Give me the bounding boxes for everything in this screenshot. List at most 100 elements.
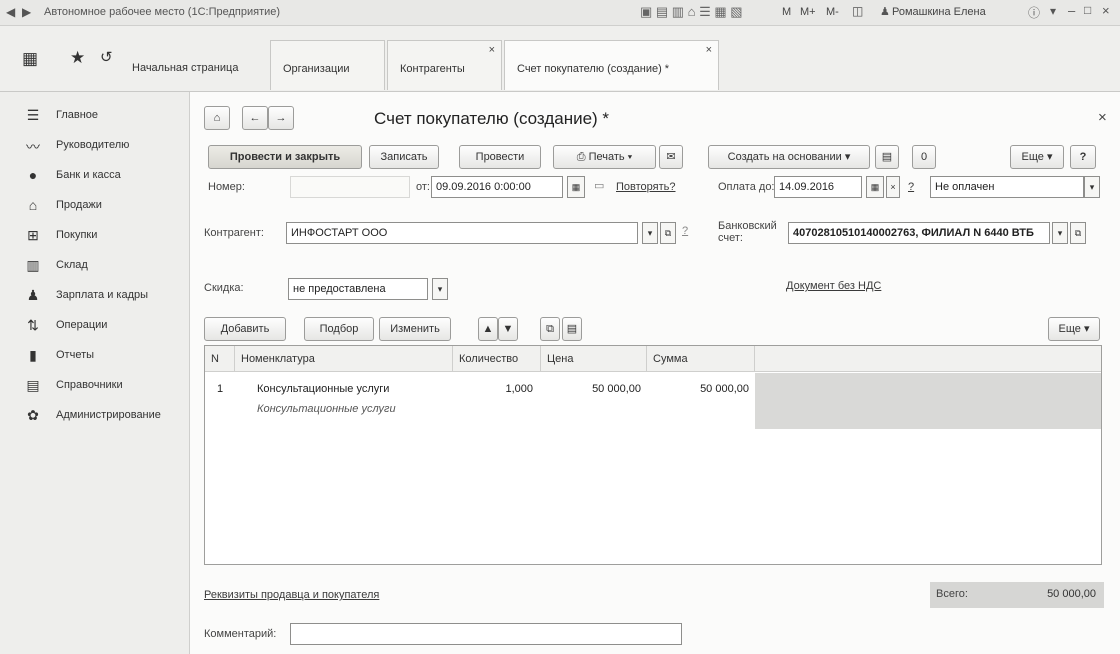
pay-until-input[interactable]: 14.09.2016 (774, 176, 862, 198)
structure-button[interactable]: ▤ (875, 145, 899, 169)
close-tab-icon[interactable]: × (706, 44, 712, 56)
back-button[interactable]: ← (242, 106, 268, 130)
sidebar-item-bank[interactable]: ● Банк и касса (0, 164, 190, 188)
column-header-price[interactable]: Цена (541, 346, 647, 372)
calendar-icon[interactable]: ▦ (866, 176, 884, 198)
pay-help-link[interactable]: ? (908, 181, 914, 193)
sidebar-item-operations[interactable]: ⇅ Операции (0, 314, 190, 338)
save-button[interactable]: Записать (369, 145, 439, 169)
calc-mminus-button[interactable]: M- (826, 6, 839, 18)
requisites-link[interactable]: Реквизиты продавца и покупателя (204, 589, 379, 601)
total-box: Всего: 50 000,00 (930, 582, 1104, 608)
paste-button[interactable]: ▤ (562, 317, 582, 341)
bank-account-input[interactable]: 40702810510140002763, ФИЛИАЛ N 6440 ВТБ (788, 222, 1050, 244)
attachments-button[interactable]: 0 (912, 145, 936, 169)
panel-icon[interactable]: ◫ (852, 4, 863, 18)
close-form-icon[interactable]: × (1098, 109, 1107, 126)
sidebar-item-payroll[interactable]: ♟ Зарплата и кадры (0, 284, 190, 308)
copy-button[interactable]: ⧉ (540, 317, 560, 341)
sidebar-item-label: Отчеты (56, 349, 95, 361)
tab-counterparties[interactable]: Контрагенты × (387, 40, 502, 90)
more-button[interactable]: Еще ▾ (1010, 145, 1064, 169)
tab-organizations[interactable]: Организации (270, 40, 385, 90)
close-window-icon[interactable]: × (1102, 3, 1110, 18)
comment-input[interactable] (290, 623, 682, 645)
table-header: N Номенклатура Количество Цена Сумма (205, 346, 1101, 372)
email-button[interactable]: ✉ (659, 145, 683, 169)
apps-grid-icon[interactable]: ▦ (22, 49, 38, 69)
calc-m-button[interactable]: M (782, 6, 791, 18)
forward-button[interactable]: → (268, 106, 294, 130)
comment-label: Комментарий: (204, 628, 277, 640)
favorites-star-icon[interactable]: ★ (70, 48, 85, 68)
help-button[interactable]: ? (1070, 145, 1096, 169)
table-row[interactable]: 1 Консультационные услуги Консультационн… (205, 373, 755, 429)
pick-button[interactable]: Подбор (304, 317, 374, 341)
info-icon[interactable]: ⓘ (1028, 4, 1040, 21)
no-vat-link[interactable]: Документ без НДС (786, 280, 881, 292)
column-header-item[interactable]: Номенклатура (235, 346, 453, 372)
user-name[interactable]: Ромашкина Елена (892, 6, 986, 18)
sidebar-item-admin[interactable]: ✿ Администрирование (0, 404, 190, 428)
maximize-icon[interactable]: □ (1084, 3, 1091, 17)
close-tab-icon[interactable]: × (489, 44, 495, 56)
print-button[interactable]: ⎙ Печать ▾ (553, 145, 656, 169)
cart-icon: ⊞ (27, 227, 39, 243)
repeat-icon: ▭ (594, 180, 605, 192)
sidebar-item-purchases[interactable]: ⊞ Покупки (0, 224, 190, 248)
sidebar-item-reports[interactable]: ▮ Отчеты (0, 344, 190, 368)
edit-button[interactable]: Изменить (379, 317, 451, 341)
more-label: Еще (1058, 323, 1081, 335)
warehouse-icon: ▥ (26, 257, 40, 273)
chevron-down-icon[interactable]: ▾ (1084, 176, 1100, 198)
payment-status-select[interactable]: Не оплачен (930, 176, 1084, 198)
post-and-close-button[interactable]: Провести и закрыть (208, 145, 362, 169)
add-row-button[interactable]: Добавить (204, 317, 286, 341)
sidebar-item-main[interactable]: ☰ Главное (0, 104, 190, 128)
column-header-sum[interactable]: Сумма (647, 346, 755, 372)
print-label: Печать (588, 151, 625, 163)
sidebar-item-sales[interactable]: ⌂ Продажи (0, 194, 190, 218)
page-title: Счет покупателю (создание) * (374, 109, 610, 128)
sidebar-item-catalogs[interactable]: ▤ Справочники (0, 374, 190, 398)
sidebar-item-warehouse[interactable]: ▥ Склад (0, 254, 190, 278)
tab-home[interactable]: Начальная страница (118, 40, 268, 90)
counterparty-input[interactable]: ИНФОСТАРТ ООО (286, 222, 638, 244)
date-input[interactable]: 09.09.2016 0:00:00 (431, 176, 563, 198)
column-header-n[interactable]: N (205, 346, 235, 372)
goods-table[interactable]: N Номенклатура Количество Цена Сумма 1 К… (204, 345, 1102, 565)
counterparty-help-link[interactable]: ? (682, 225, 688, 237)
minimize-icon[interactable]: – (1068, 3, 1075, 18)
dropdown-icon[interactable]: ▾ (1050, 4, 1056, 18)
app-window: ◀ ▶ Автономное рабочее место (1С:Предпри… (0, 0, 1120, 654)
post-button[interactable]: Провести (459, 145, 541, 169)
calc-mplus-button[interactable]: M+ (800, 6, 816, 18)
number-input[interactable] (290, 176, 410, 198)
bank-account-label-2: счет: (718, 232, 743, 244)
sidebar-item-manager[interactable]: 〰 Руководителю (0, 134, 190, 158)
calendar-icon[interactable]: ▦ (567, 176, 585, 198)
table-more-button[interactable]: Еще ▾ (1048, 317, 1100, 341)
forward-icon[interactable]: ▶ (22, 5, 31, 19)
number-label: Номер: (208, 181, 245, 193)
open-icon[interactable]: ⧉ (1070, 222, 1086, 244)
create-based-on-button[interactable]: Создать на основании ▾ (708, 145, 870, 169)
counterparty-label: Контрагент: (204, 227, 264, 239)
chevron-down-icon[interactable]: ▾ (1052, 222, 1068, 244)
move-down-button[interactable]: ▼ (498, 317, 518, 341)
sidebar-item-label: Зарплата и кадры (56, 289, 149, 301)
chevron-down-icon[interactable]: ▾ (432, 278, 448, 300)
clear-icon[interactable]: × (886, 176, 900, 198)
back-icon[interactable]: ◀ (6, 5, 15, 19)
chevron-down-icon[interactable]: ▾ (642, 222, 658, 244)
tab-invoice[interactable]: Счет покупателю (создание) * × (504, 40, 719, 90)
toolbar-icons[interactable]: ▣ ▤ ▥ ⌂ ☰ ▦ ▧ (640, 4, 743, 20)
history-icon[interactable]: ↺ (100, 48, 113, 66)
move-up-button[interactable]: ▲ (478, 317, 498, 341)
repeat-link[interactable]: Повторять? (616, 181, 676, 193)
home-button[interactable]: ⌂ (204, 106, 230, 130)
discount-select[interactable]: не предоставлена (288, 278, 428, 300)
column-header-quantity[interactable]: Количество (453, 346, 541, 372)
sidebar-item-label: Операции (56, 319, 108, 331)
open-icon[interactable]: ⧉ (660, 222, 676, 244)
